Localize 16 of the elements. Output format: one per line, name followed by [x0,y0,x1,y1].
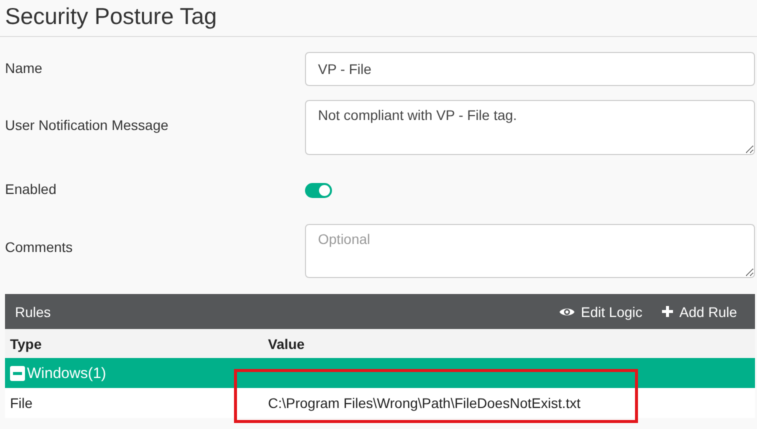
table-cell-text: File [9,395,34,411]
field-label: Comments [5,238,74,255]
field-label: Enabled [5,181,58,197]
text-area[interactable]: Not compliant with VP - File tag. [305,100,755,155]
field-label: User Notification Message [5,116,170,133]
toolbar-button[interactable]: Edit Logic [558,304,642,320]
page-title: Security Posture Tag [0,0,757,37]
table-cell-text: C:\Program Files\Wrong\Path\FileDoesNotExist.txt [267,395,581,411]
column-header: Type [9,336,43,352]
rules-title: Rules [15,304,51,320]
text-area[interactable]: Optional [305,224,755,278]
column-header: Value [267,336,305,352]
toolbar-button[interactable]: Add Rule [662,304,737,320]
field-label: Name [5,59,44,76]
input-field[interactable]: VP - File [305,52,755,86]
group-label: Windows(1) [27,364,106,382]
